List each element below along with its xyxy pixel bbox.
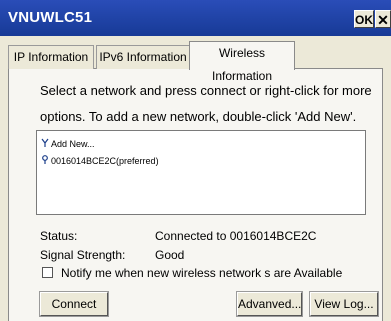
advanced-button[interactable]: Advanved...	[236, 291, 303, 317]
close-icon[interactable]: ✕	[375, 10, 391, 28]
title-bar[interactable]: VNUWLC51 OK ✕	[0, 0, 391, 36]
list-item-add-new[interactable]: Add New...	[40, 138, 95, 149]
connect-button[interactable]: Connect	[39, 291, 109, 317]
tab-ipv6-information[interactable]: IPv6 Information	[96, 45, 190, 69]
access-point-icon	[40, 155, 49, 166]
notify-label[interactable]: Notify me when new wireless network s ar…	[61, 266, 342, 280]
signal-strength-value: Good	[155, 248, 185, 262]
window-title: VNUWLC51	[8, 9, 93, 26]
list-item-label: Add New...	[51, 139, 95, 149]
status-label: Status:	[40, 229, 78, 243]
list-item-network[interactable]: 0016014BCE2C(preferred)	[40, 155, 159, 166]
signal-strength-label: Signal Strength:	[40, 248, 126, 262]
instructions-line-1: Select a network and press connect or ri…	[40, 83, 372, 98]
network-list[interactable]: Add New... 0016014BCE2C(preferred)	[36, 130, 366, 215]
tab-ip-information[interactable]: IP Information	[8, 45, 94, 69]
status-value: Connected to 0016014BCE2C	[155, 229, 317, 243]
connect-label: Connect	[51, 297, 97, 311]
list-item-label: 0016014BCE2C(preferred)	[51, 156, 159, 166]
tab-strip: IP Information IPv6 Information Wireless…	[8, 41, 383, 83]
instructions-line-2: options. To add a new network, double-cl…	[40, 109, 357, 124]
view-log-button[interactable]: View Log...	[309, 291, 379, 317]
dialog-window: VNUWLC51 OK ✕ IP Information IPv6 Inform…	[0, 0, 391, 321]
notify-checkbox[interactable]	[42, 267, 53, 278]
antenna-icon	[40, 138, 49, 149]
ok-button[interactable]: OK	[354, 10, 374, 28]
advanced-label: Advanved...	[238, 297, 302, 311]
view-log-label: View Log...	[314, 297, 374, 311]
tab-wireless-information[interactable]: Wireless Information	[189, 41, 295, 83]
